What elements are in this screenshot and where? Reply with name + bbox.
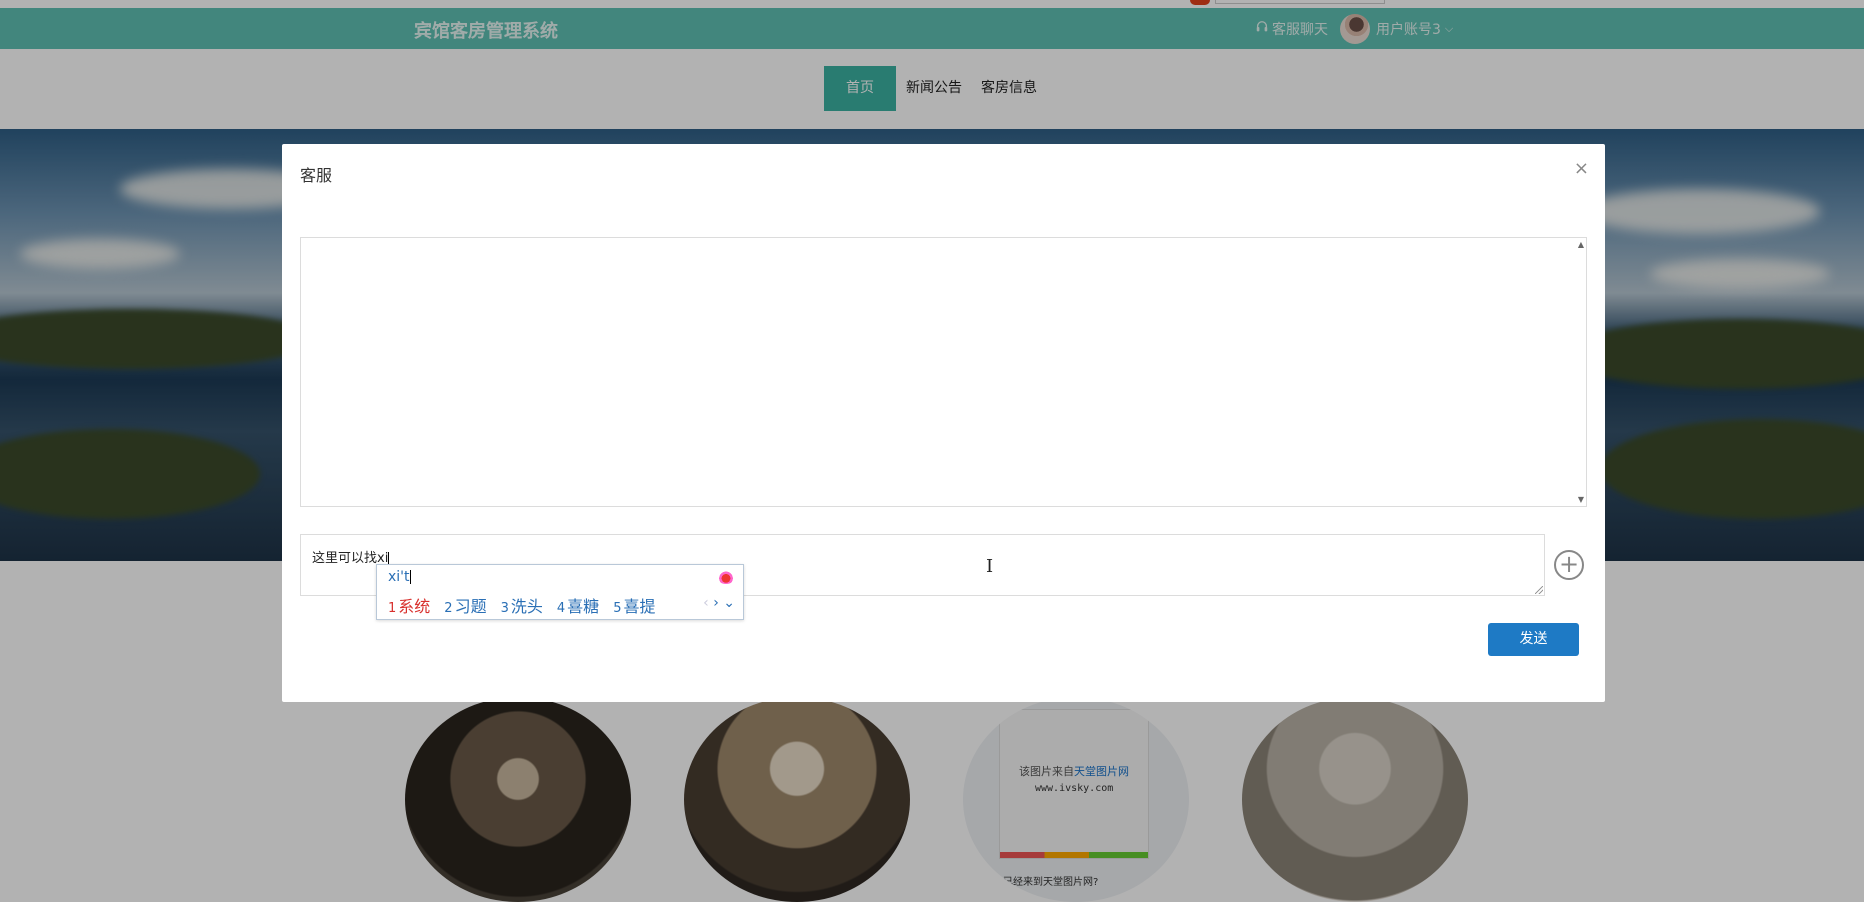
chat-message-list[interactable]: ▲ ▼	[300, 237, 1587, 507]
ime-candidate-1[interactable]: 1 系统	[388, 593, 430, 617]
ime-expand-icon[interactable]: ⌄	[723, 595, 735, 611]
ime-candidate-list: 1 系统 2 习题 3 洗头 4 喜糖 5 喜提	[388, 593, 669, 617]
ime-candidate-window: xi't 1 系统 2 习题 3 洗头 4 喜糖 5 喜提 ‹ › ⌄	[376, 564, 744, 620]
ime-next-icon[interactable]: ›	[713, 595, 719, 611]
resize-handle-icon[interactable]	[1535, 586, 1543, 594]
ime-skin-icon[interactable]	[717, 570, 735, 584]
scroll-down-icon[interactable]: ▼	[1578, 495, 1584, 504]
ime-candidate-4[interactable]: 4 喜糖	[557, 593, 599, 617]
ime-prev-icon[interactable]: ‹	[703, 595, 709, 611]
ime-candidate-2[interactable]: 2 习题	[444, 593, 486, 617]
close-icon[interactable]: ×	[1574, 160, 1589, 178]
text-cursor-icon: I	[986, 556, 994, 577]
ime-candidate-3[interactable]: 3 洗头	[501, 593, 543, 617]
ime-page-nav: ‹ › ⌄	[703, 595, 735, 611]
dialog-title: 客服	[300, 166, 333, 185]
ime-candidate-5[interactable]: 5 喜提	[613, 593, 655, 617]
ime-composition: xi't	[388, 569, 411, 585]
send-button[interactable]: 发送	[1488, 623, 1579, 656]
scroll-up-icon[interactable]: ▲	[1578, 240, 1584, 249]
add-attachment-button[interactable]: +	[1554, 550, 1584, 580]
